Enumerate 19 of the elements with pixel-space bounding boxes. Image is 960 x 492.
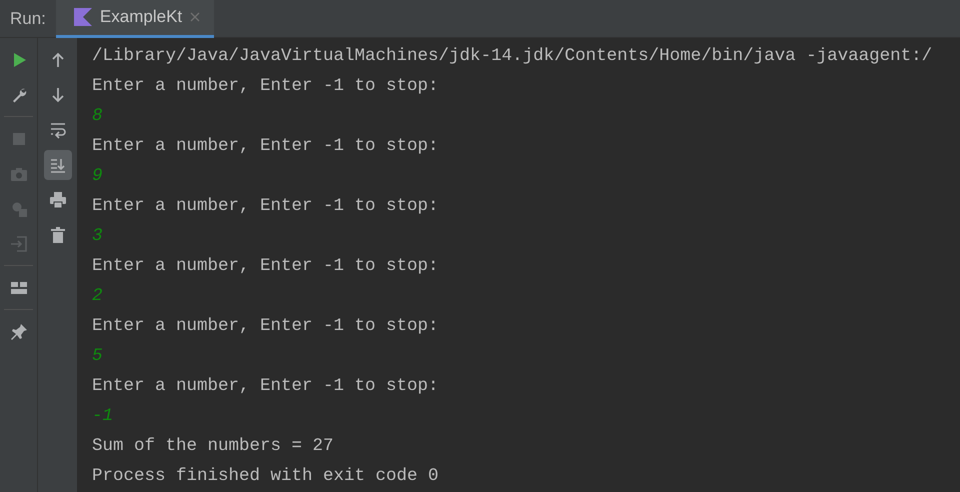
console-line: Enter a number, Enter -1 to stop:	[92, 76, 439, 96]
console-line: Sum of the numbers = 27	[92, 436, 334, 456]
scroll-to-end-button[interactable]	[44, 150, 72, 180]
input-text: -1	[92, 406, 114, 426]
run-label: Run:	[9, 8, 47, 30]
console-line: Enter a number, Enter -1 to stop:	[92, 316, 439, 336]
console-line: Enter a number, Enter -1 to stop:	[92, 136, 439, 156]
console-line: Process finished with exit code 0	[92, 466, 439, 486]
input-text: 3	[92, 226, 103, 246]
console-line: Enter a number, Enter -1 to stop:	[92, 256, 439, 276]
input-text: 2	[92, 286, 103, 306]
console-line: /Library/Java/JavaVirtualMachines/jdk-14.jdk/Contents/Home/bin/java -javaagent:/	[92, 46, 932, 66]
console-line: Enter a number, Enter -1 to stop:	[92, 376, 439, 396]
tab[interactable]: ExampleKt	[56, 0, 214, 38]
console-line: Enter a number, Enter -1 to stop:	[92, 196, 439, 216]
input-text: 9	[92, 166, 103, 186]
input-text: 8	[92, 106, 103, 126]
input-text: 5	[92, 346, 103, 366]
kotlin-icon	[74, 8, 92, 26]
